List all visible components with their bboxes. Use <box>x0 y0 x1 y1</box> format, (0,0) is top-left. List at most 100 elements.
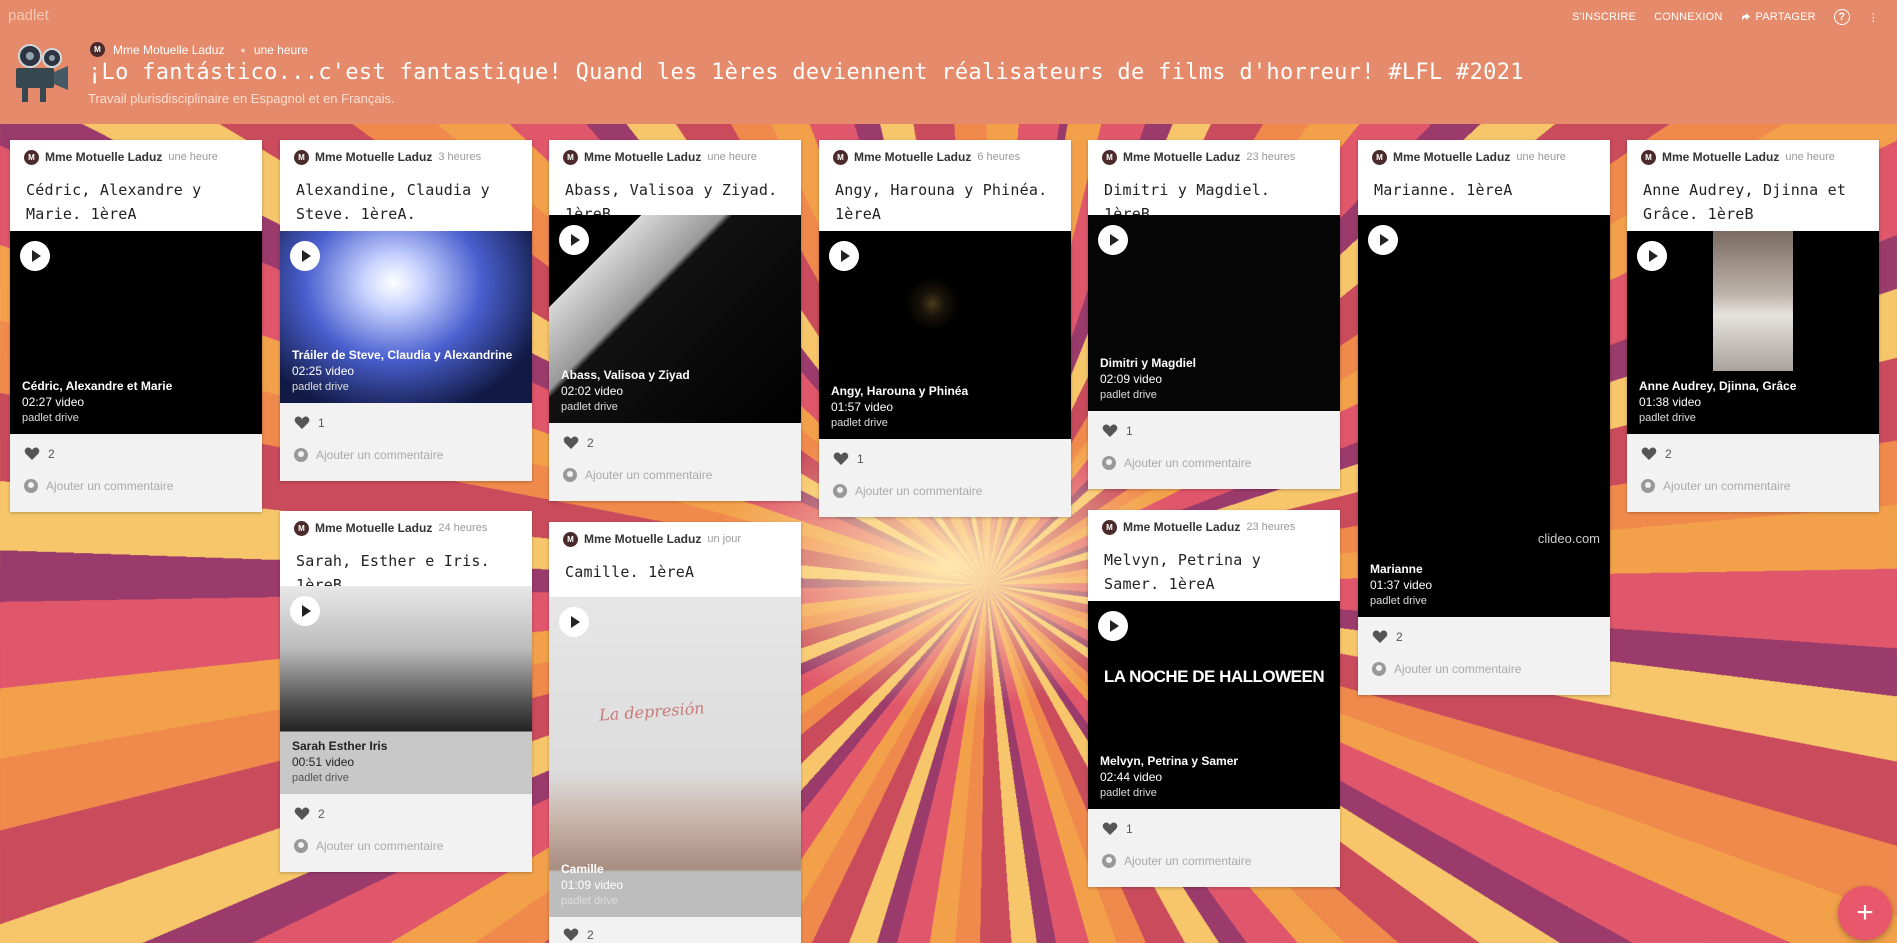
add-comment-field[interactable]: Ajouter un commentaire <box>1641 470 1865 502</box>
post-header: M Mme Motuelle Laduz une heure <box>10 140 262 174</box>
video-preview[interactable]: Abass, Valisoa y Ziyad 02:02 video padle… <box>549 215 801 423</box>
top-navigation: S'INSCRIRE CONNEXION PARTAGER ? ⋮ <box>1572 9 1879 25</box>
video-preview[interactable]: Angy, Harouna y Phinéa 01:57 video padle… <box>819 231 1071 439</box>
post-card[interactable]: M Mme Motuelle Laduz 23 heures Dimitri y… <box>1088 140 1340 489</box>
video-preview[interactable]: Cédric, Alexandre et Marie 02:27 video p… <box>10 231 262 434</box>
heart-icon <box>1102 424 1118 437</box>
post-card[interactable]: M Mme Motuelle Laduz 6 heures Angy, Haro… <box>819 140 1071 517</box>
video-title: Melvyn, Petrina y Samer <box>1100 754 1239 768</box>
more-options-icon[interactable]: ⋮ <box>1868 11 1879 24</box>
video-preview[interactable]: LA NOCHE DE HALLOWEEN Melvyn, Petrina y … <box>1088 601 1340 809</box>
like-button[interactable]: 2 <box>563 431 787 455</box>
heart-icon <box>294 807 310 820</box>
user-avatar-icon <box>563 468 577 482</box>
separator-dot: ● <box>240 44 246 55</box>
like-count: 2 <box>1396 630 1403 644</box>
add-post-button[interactable]: + <box>1838 886 1892 940</box>
post-footer: 1 Ajouter un commentaire <box>1088 809 1340 887</box>
post-card[interactable]: M Mme Motuelle Laduz un jour Camille. 1è… <box>549 522 801 943</box>
like-button[interactable]: 1 <box>1102 817 1326 841</box>
post-card[interactable]: M Mme Motuelle Laduz une heure Cédric, A… <box>10 140 262 512</box>
play-icon[interactable] <box>290 596 320 626</box>
avatar: M <box>1641 149 1656 165</box>
like-button[interactable]: 2 <box>1372 625 1596 649</box>
video-info: Tráiler de Steve, Claudia y Alexandrine … <box>292 347 512 395</box>
board-time: une heure <box>253 42 308 57</box>
play-icon[interactable] <box>559 225 589 255</box>
play-icon[interactable] <box>20 241 50 271</box>
post-header: M Mme Motuelle Laduz 6 heures <box>819 140 1071 174</box>
add-comment-field[interactable]: Ajouter un commentaire <box>833 475 1057 507</box>
play-icon[interactable] <box>1098 611 1128 641</box>
post-footer: 2 <box>549 917 801 943</box>
video-preview[interactable]: Anne Audrey, Djinna, Grâce 01:38 video p… <box>1627 231 1879 434</box>
add-comment-field[interactable]: Ajouter un commentaire <box>1102 447 1326 479</box>
play-icon[interactable] <box>559 607 589 637</box>
avatar: M <box>563 149 578 165</box>
comment-placeholder: Ajouter un commentaire <box>1124 456 1252 470</box>
add-comment-field[interactable]: Ajouter un commentaire <box>1372 653 1596 685</box>
add-comment-field[interactable]: Ajouter un commentaire <box>24 470 248 502</box>
post-title: Cédric, Alexandre y Marie. 1èreA <box>26 181 202 223</box>
video-preview[interactable]: Sarah Esther Iris 00:51 video padlet dri… <box>280 586 532 794</box>
post-card[interactable]: M Mme Motuelle Laduz une heure Marianne.… <box>1358 140 1610 695</box>
add-comment-field[interactable]: Ajouter un commentaire <box>294 830 518 862</box>
user-avatar-icon <box>1641 479 1655 493</box>
user-avatar-icon <box>294 839 308 853</box>
play-icon[interactable] <box>1368 225 1398 255</box>
post-author: Mme Motuelle Laduz <box>1123 150 1241 164</box>
video-title: Angy, Harouna y Phinéa <box>831 384 969 398</box>
comment-placeholder: Ajouter un commentaire <box>1124 854 1252 868</box>
play-icon[interactable] <box>1637 241 1667 271</box>
like-button[interactable]: 1 <box>833 447 1057 471</box>
post-title: Angy, Harouna y Phinéa. 1èreA <box>835 181 1048 223</box>
video-preview[interactable]: Tráiler de Steve, Claudia y Alexandrine … <box>280 231 532 403</box>
login-link[interactable]: CONNEXION <box>1654 11 1722 23</box>
play-icon[interactable] <box>829 241 859 271</box>
video-meta: 02:44 video <box>1100 770 1163 784</box>
add-comment-field[interactable]: Ajouter un commentaire <box>1102 845 1326 877</box>
post-time: une heure <box>1516 151 1566 163</box>
avatar: M <box>1372 149 1387 165</box>
padlet-logo[interactable]: padlet <box>8 7 49 24</box>
like-button[interactable]: 1 <box>1102 419 1326 443</box>
like-button[interactable]: 2 <box>1641 442 1865 466</box>
user-avatar-icon <box>24 479 38 493</box>
avatar: M <box>1102 519 1117 535</box>
post-card[interactable]: M Mme Motuelle Laduz une heure Anne Audr… <box>1627 140 1879 512</box>
user-avatar-icon <box>1372 662 1386 676</box>
share-button[interactable]: PARTAGER <box>1741 11 1816 23</box>
play-icon[interactable] <box>1098 225 1128 255</box>
play-icon[interactable] <box>290 241 320 271</box>
post-card[interactable]: M Mme Motuelle Laduz 24 heures Sarah, Es… <box>280 511 532 872</box>
like-button[interactable]: 2 <box>563 923 787 943</box>
video-preview[interactable]: La depresión Camille 01:09 video padlet … <box>549 597 801 917</box>
post-time: un jour <box>707 533 741 545</box>
video-info: Marianne 01:37 video padlet drive <box>1370 561 1432 609</box>
video-preview[interactable]: clideo.com Marianne 01:37 video padlet d… <box>1358 215 1610 617</box>
add-comment-field[interactable]: Ajouter un commentaire <box>563 459 787 491</box>
video-preview[interactable]: Dimitri y Magdiel 02:09 video padlet dri… <box>1088 215 1340 411</box>
post-title: Melvyn, Petrina y Samer. 1èreA <box>1104 551 1261 593</box>
like-button[interactable]: 2 <box>294 802 518 826</box>
post-time: 6 heures <box>977 151 1021 163</box>
help-icon[interactable]: ? <box>1833 9 1850 25</box>
post-author: Mme Motuelle Laduz <box>45 150 163 164</box>
post-card[interactable]: M Mme Motuelle Laduz 23 heures Melvyn, P… <box>1088 510 1340 887</box>
like-button[interactable]: 1 <box>294 411 518 435</box>
post-header: M Mme Motuelle Laduz un jour <box>549 522 801 556</box>
post-card[interactable]: M Mme Motuelle Laduz 3 heures Alexandine… <box>280 140 532 481</box>
video-source: padlet drive <box>1370 595 1427 607</box>
video-source: padlet drive <box>561 401 618 413</box>
post-title: Marianne. 1èreA <box>1374 181 1513 199</box>
like-button[interactable]: 2 <box>24 442 248 466</box>
add-comment-field[interactable]: Ajouter un commentaire <box>294 439 518 471</box>
post-footer: 1 Ajouter un commentaire <box>280 403 532 481</box>
video-info: Dimitri y Magdiel 02:09 video padlet dri… <box>1100 355 1196 403</box>
heart-icon <box>24 447 40 460</box>
video-info: Abass, Valisoa y Ziyad 02:02 video padle… <box>561 367 690 415</box>
signup-link[interactable]: S'INSCRIRE <box>1572 11 1636 23</box>
avatar: M <box>833 149 848 165</box>
post-card[interactable]: M Mme Motuelle Laduz une heure Abass, Va… <box>549 140 801 501</box>
video-source: padlet drive <box>1100 787 1157 799</box>
